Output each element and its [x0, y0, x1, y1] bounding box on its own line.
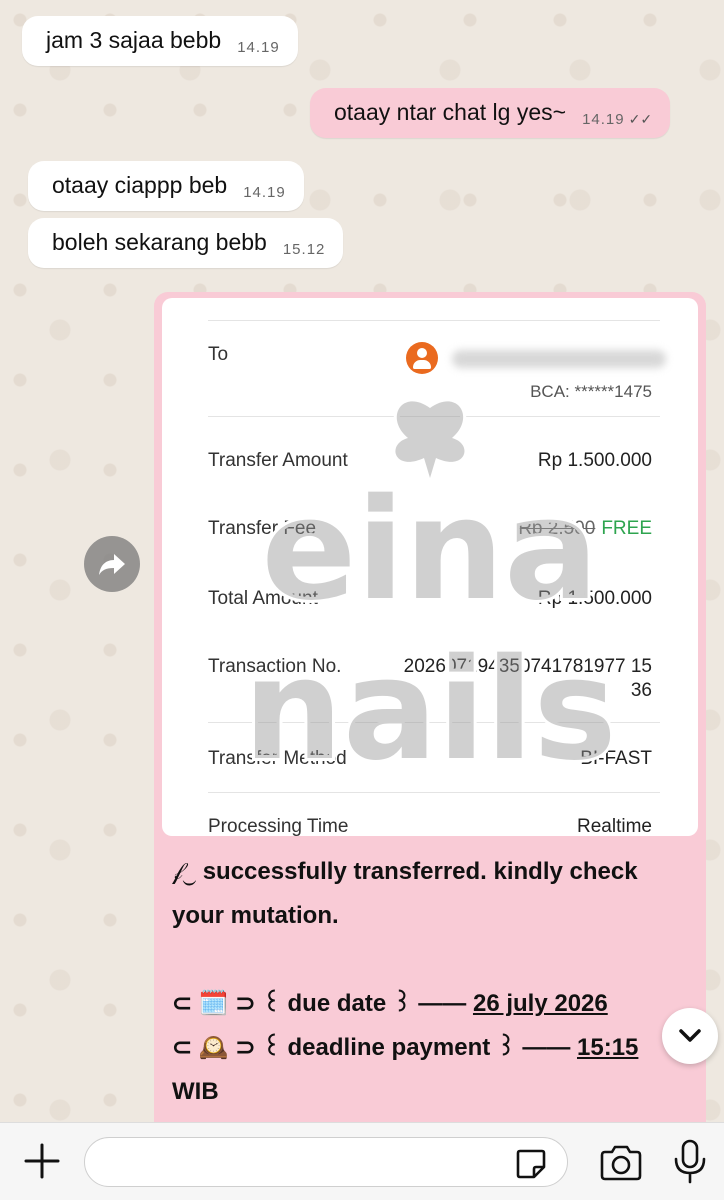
transfer-method-label: Transfer Method	[208, 748, 347, 769]
recipient-name-blurred	[452, 350, 666, 368]
transaction-no-value-line1: 202607194350741781977 15	[403, 656, 652, 677]
transfer-fee-label: Transfer Fee	[208, 518, 317, 539]
total-amount-value: Rp 1.500.000	[537, 588, 652, 609]
recipient-avatar	[406, 342, 438, 374]
scroll-to-bottom-button[interactable]	[662, 1008, 718, 1064]
transfer-amount-label: Transfer Amount	[208, 450, 348, 471]
chevron-down-icon	[679, 1029, 701, 1042]
message-bubble-incoming[interactable]: jam 3 sajaa bebb 14.19	[22, 16, 298, 66]
message-time: 14.19	[582, 111, 625, 128]
caption-deadline: ⊂ 🕰️ ⊃ ꒰ deadline payment ꒱ —— 15:15	[172, 1026, 672, 1070]
forward-icon	[99, 554, 125, 575]
microphone-icon	[674, 1139, 706, 1184]
receipt-bank-account: BCA: ******1475	[530, 382, 652, 401]
transfer-amount-value: Rp 1.500.000	[537, 450, 652, 471]
butterfly-icon	[392, 398, 468, 489]
caption-line1: 𝒻⏝ successfully transferred. kindly chec…	[172, 850, 672, 938]
deadline-value: 15:15	[577, 1034, 639, 1061]
read-ticks-icon: ✓✓	[628, 111, 653, 127]
forward-button[interactable]	[84, 536, 140, 592]
message-composer-bar	[0, 1122, 724, 1200]
message-input[interactable]	[84, 1137, 568, 1187]
divider	[208, 722, 660, 723]
transfer-fee-free: FREE	[601, 518, 652, 539]
transaction-no-label: Transaction No.	[208, 656, 342, 677]
due-date-value: 26 july 2026	[472, 990, 608, 1017]
transfer-fee-value: Rp 2.500 FREE	[518, 518, 652, 540]
attach-button[interactable]	[20, 1139, 64, 1183]
sticker-icon	[516, 1149, 546, 1179]
sticker-button[interactable]	[514, 1147, 548, 1181]
message-bubble-incoming[interactable]: boleh sekarang bebb 15.12	[28, 218, 344, 268]
message-text: jam 3 sajaa bebb	[46, 27, 222, 53]
caption-deadline-suffix: WIB	[172, 1078, 219, 1105]
divider	[208, 320, 660, 321]
total-amount-label: Total Amount	[208, 588, 318, 609]
camera-icon	[600, 1145, 642, 1181]
camera-button[interactable]	[598, 1143, 644, 1183]
plus-icon	[24, 1143, 60, 1179]
due-date-prefix: ⊂ 🗓️ ⊃ ꒰ due date ꒱ ——	[172, 990, 473, 1017]
caption-text: successfully transferred. kindly check y…	[172, 858, 638, 929]
message-text: boleh sekarang bebb	[52, 229, 267, 255]
message-time: 14.19	[237, 39, 280, 56]
transfer-receipt-image[interactable]: To BCA: ******1475 Transfer Amount Rp 1.…	[162, 298, 698, 836]
deadline-prefix: ⊂ 🕰️ ⊃ ꒰ deadline payment ꒱ ——	[172, 1034, 577, 1061]
caption-due-date: ⊂ 🗓️ ⊃ ꒰ due date ꒱ —— 26 july 2026	[172, 982, 672, 1026]
divider	[208, 416, 660, 417]
transfer-method-value: BI-FAST	[580, 748, 652, 769]
message-bubble-outgoing-image[interactable]: To BCA: ******1475 Transfer Amount Rp 1.…	[154, 292, 706, 1122]
microphone-button[interactable]	[672, 1139, 708, 1185]
receipt-to-label: To	[208, 344, 229, 365]
message-caption: 𝒻⏝ successfully transferred. kindly chec…	[172, 850, 672, 1114]
transaction-no-value-line2: 36	[630, 680, 652, 701]
message-text: otaay ntar chat lg yes~	[334, 99, 567, 125]
message-bubble-incoming[interactable]: otaay ciappp beb 14.19	[28, 161, 304, 211]
transfer-fee-original: Rp 2.500	[518, 518, 596, 539]
divider	[208, 792, 660, 793]
message-text: otaay ciappp beb	[52, 172, 228, 198]
message-time: 15.12	[282, 241, 326, 258]
signature-icon: 𝒻⏝	[172, 858, 197, 885]
message-time: 14.19	[243, 184, 286, 201]
processing-time-value: Realtime	[577, 816, 652, 836]
processing-time-label: Processing Time	[208, 816, 349, 836]
message-bubble-outgoing[interactable]: otaay ntar chat lg yes~ 14.19 ✓✓	[310, 88, 671, 138]
